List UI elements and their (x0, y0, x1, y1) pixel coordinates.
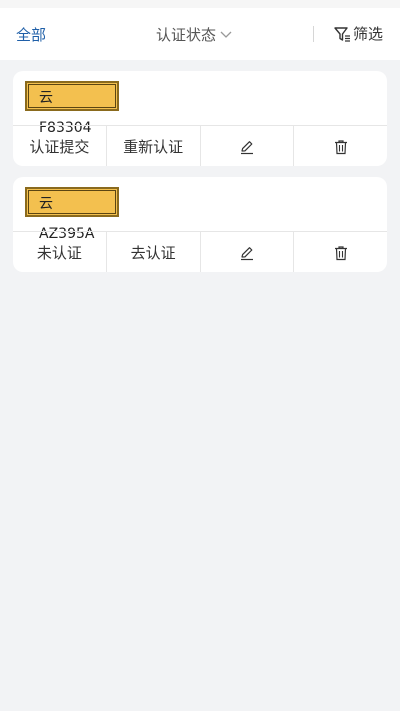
trash-icon (334, 139, 347, 154)
auth-status-label: 认证状态 (156, 26, 217, 44)
pencil-icon (240, 246, 253, 260)
filter-bar: 全部 认证状态 筛选 (0, 8, 400, 60)
delete-button[interactable] (294, 126, 387, 166)
card-actions: 未认证 去认证 (13, 231, 387, 272)
card-actions: 认证提交 重新认证 (13, 125, 387, 166)
filter-screen-label: 筛选 (353, 25, 384, 43)
unauthenticated-status-button[interactable]: 未认证 (13, 232, 107, 272)
filter-screen-button[interactable]: 筛选 (333, 23, 383, 44)
filter-divider (313, 26, 314, 42)
vehicle-card: 云AZ395A 未认证 去认证 (13, 177, 387, 272)
vehicle-card: 云F83304 认证提交 重新认证 (13, 71, 387, 166)
delete-button[interactable] (294, 232, 387, 272)
funnel-icon (334, 26, 350, 42)
chevron-down-icon (220, 31, 232, 38)
pencil-icon (240, 140, 253, 154)
license-plate: 云F83304 (25, 81, 119, 136)
auth-submit-button[interactable]: 认证提交 (13, 126, 107, 166)
filter-all-button[interactable]: 全部 (16, 24, 46, 45)
auth-status-dropdown[interactable]: 认证状态 (156, 24, 232, 45)
go-authenticate-button[interactable]: 去认证 (107, 232, 201, 272)
reauth-button[interactable]: 重新认证 (107, 126, 201, 166)
trash-icon (334, 245, 347, 260)
license-plate: 云AZ395A (25, 187, 119, 242)
edit-button[interactable] (201, 126, 295, 166)
edit-button[interactable] (201, 232, 295, 272)
top-strip (0, 0, 400, 8)
